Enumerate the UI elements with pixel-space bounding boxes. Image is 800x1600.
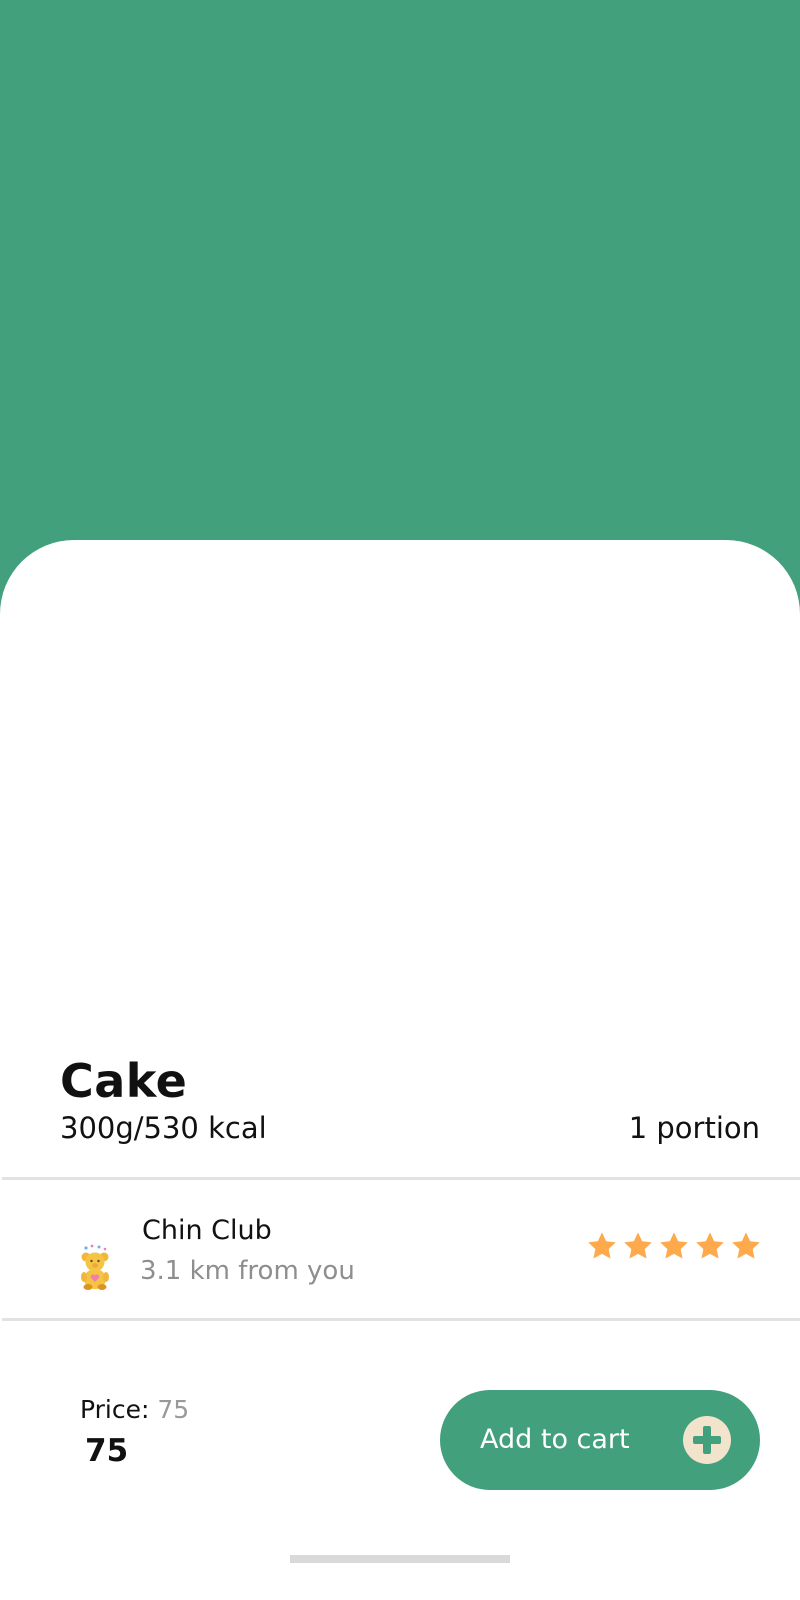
star-icon: [588, 1232, 616, 1259]
product-weight: 300g/: [60, 1111, 144, 1145]
add-to-cart-label: Add to cart: [480, 1424, 630, 1455]
hero-image-area: [0, 0, 800, 620]
store-name[interactable]: Chin Club: [142, 1214, 272, 1248]
star-icon: [732, 1232, 760, 1259]
old-price: 75: [157, 1395, 190, 1424]
product-calories: 530 kcal: [143, 1111, 267, 1145]
star-icon: [660, 1232, 688, 1259]
plus-circle-icon: [683, 1416, 731, 1464]
product-meta: 300g/530 kcal: [60, 1110, 267, 1146]
price-label: Price:: [80, 1395, 150, 1424]
star-icon: [624, 1232, 652, 1259]
price-label-row: Price: 75: [80, 1394, 189, 1426]
teddy-bear-icon: [78, 1244, 112, 1290]
divider: [2, 1177, 800, 1180]
store-distance: 3.1 km from you: [140, 1256, 355, 1286]
home-indicator[interactable]: [290, 1555, 510, 1563]
rating-stars: [586, 1230, 762, 1262]
star-icon: [696, 1232, 724, 1259]
price-value: 75: [85, 1433, 129, 1469]
divider: [2, 1318, 800, 1321]
product-title: Cake: [60, 1054, 188, 1108]
portion-selector[interactable]: 1 portion: [629, 1110, 760, 1146]
add-to-cart-button[interactable]: Add to cart: [440, 1390, 760, 1490]
